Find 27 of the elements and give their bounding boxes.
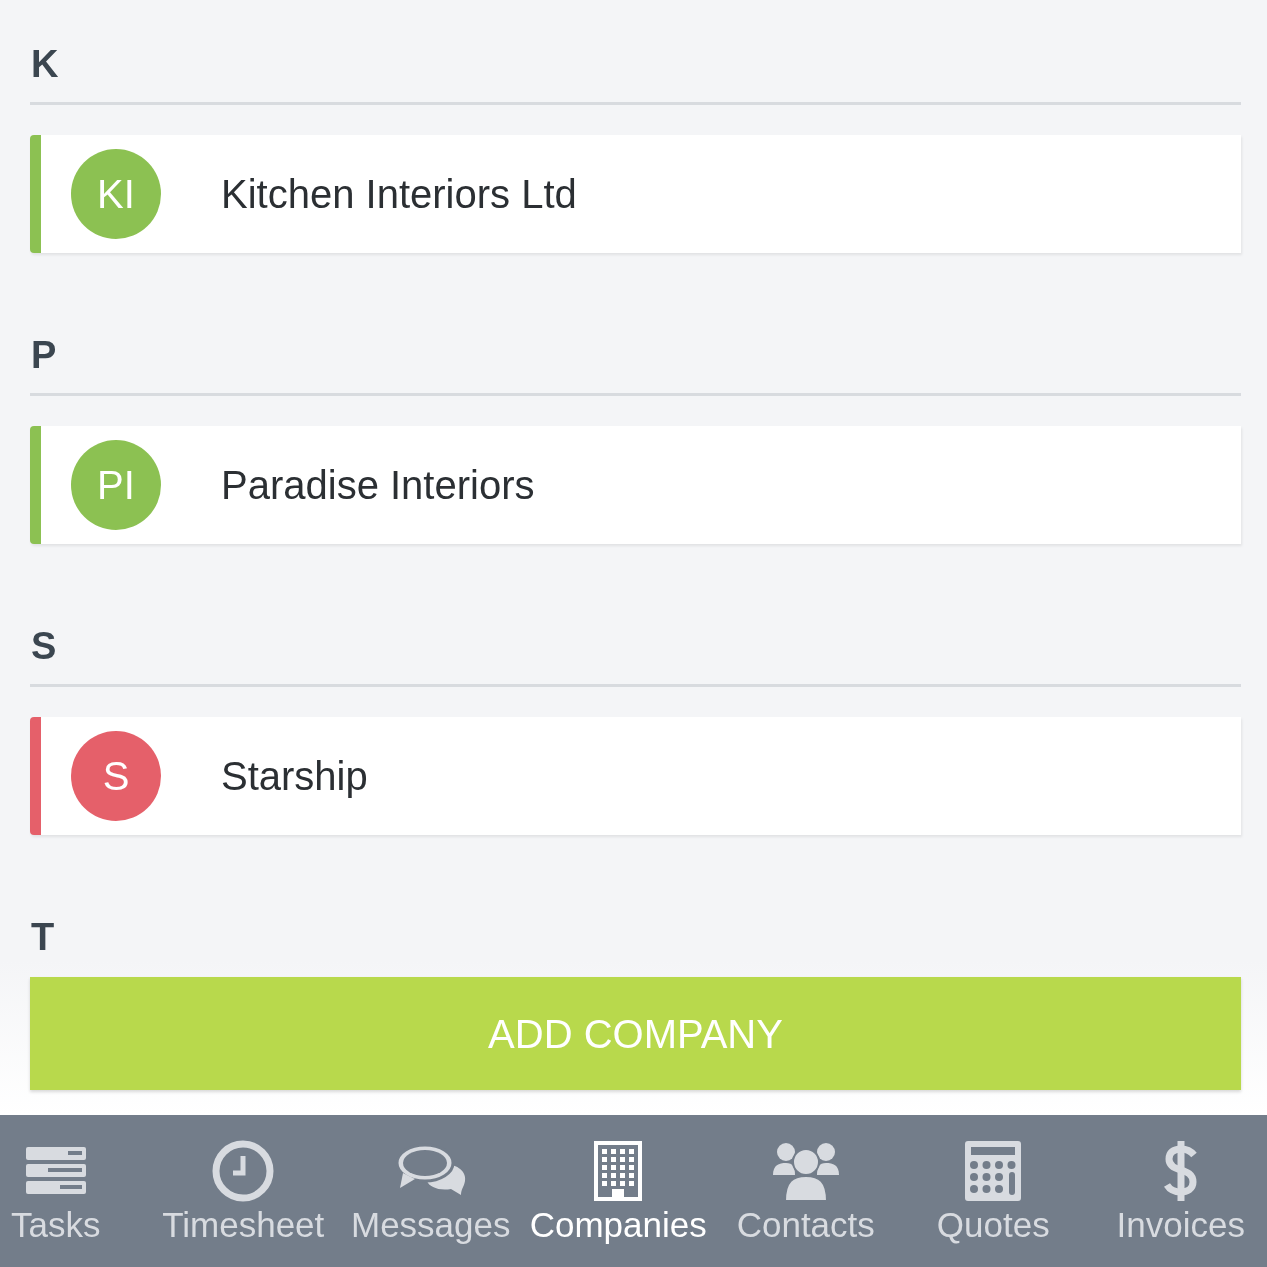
nav-tab[interactable]: Invoices xyxy=(1087,1115,1267,1267)
company-card[interactable]: S Starship xyxy=(30,717,1241,835)
section-letter: T xyxy=(30,915,56,959)
list-icon xyxy=(25,1147,86,1195)
initials-avatar: PI xyxy=(71,440,161,530)
clock-icon xyxy=(212,1140,275,1202)
nav-tab[interactable]: Quotes xyxy=(899,1115,1087,1267)
section-letter: P xyxy=(30,333,58,377)
company-card[interactable]: PI Paradise Interiors xyxy=(30,426,1241,544)
nav-tab[interactable]: Messages xyxy=(337,1115,525,1267)
section-letter: K xyxy=(30,42,60,86)
company-card[interactable]: KI Kitchen Interiors Ltd xyxy=(30,135,1241,253)
section-letter: S xyxy=(30,624,58,668)
nav-tab[interactable]: Contacts xyxy=(712,1115,900,1267)
initials-avatar: KI xyxy=(71,149,161,239)
company-name: Paradise Interiors xyxy=(221,462,535,509)
company-name: Kitchen Interiors Ltd xyxy=(221,171,577,218)
nav-tab[interactable]: Tasks xyxy=(0,1115,150,1267)
people-group-icon xyxy=(772,1141,839,1201)
nav-tab[interactable]: Companies xyxy=(524,1115,712,1267)
add-company-button[interactable]: ADD COMPANY xyxy=(30,977,1241,1090)
nav-tab[interactable]: Timesheet xyxy=(149,1115,337,1267)
dollar-sign-icon xyxy=(1162,1141,1199,1201)
calculator-icon xyxy=(965,1141,1022,1201)
company-name: Starship xyxy=(221,753,368,800)
initials-avatar: S xyxy=(71,731,161,821)
building-icon xyxy=(594,1141,643,1201)
